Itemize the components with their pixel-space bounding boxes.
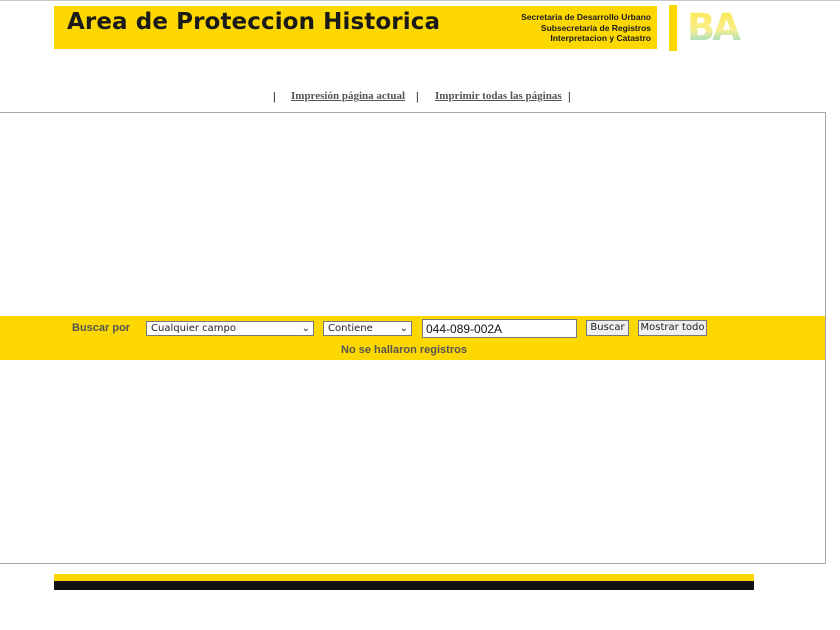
header-divider [669, 5, 677, 51]
search-bar: Buscar por Cualquier campo ⌄ Contiene ⌄ … [0, 316, 825, 360]
status-message: No se hallaron registros [341, 344, 467, 356]
page-title: Area de Proteccion Historica [67, 9, 441, 35]
header-sub-line: Interpretacion y Catastro [550, 33, 651, 43]
header-sub-line: Subsecretaria de Registros [540, 22, 651, 33]
search-button[interactable]: Buscar [586, 320, 629, 336]
top-border [0, 0, 840, 1]
chevron-down-icon: ⌄ [301, 323, 310, 334]
footer-stripe-yellow [54, 574, 754, 581]
print-current-page-link[interactable]: Impresión página actual [291, 90, 405, 102]
separator: | [568, 89, 571, 103]
header-sub-line: Secretaria de Desarrollo Urbano [521, 12, 651, 22]
operator-select[interactable]: Contiene ⌄ [323, 321, 412, 336]
separator: | [416, 89, 419, 103]
search-input[interactable] [422, 319, 577, 338]
footer-stripe-black [54, 581, 754, 590]
field-select[interactable]: Cualquier campo ⌄ [146, 321, 314, 336]
header-subtitle: Secretaria de Desarrollo Urbano Subsecre… [521, 12, 651, 44]
separator: | [273, 89, 276, 103]
field-select-value: Cualquier campo [151, 323, 236, 334]
operator-select-value: Contiene [328, 323, 373, 334]
search-label: Buscar por [72, 322, 131, 334]
ba-logo: BA [687, 9, 744, 43]
chevron-down-icon: ⌄ [399, 323, 408, 334]
logo-text: BA [687, 9, 741, 43]
show-all-button[interactable]: Mostrar todo [638, 320, 707, 336]
print-all-pages-link[interactable]: Imprimir todas las páginas [435, 90, 562, 102]
print-links: | Impresión página actual | Imprimir tod… [0, 88, 840, 104]
header-banner: Area de Proteccion Historica Secretaria … [54, 6, 657, 49]
